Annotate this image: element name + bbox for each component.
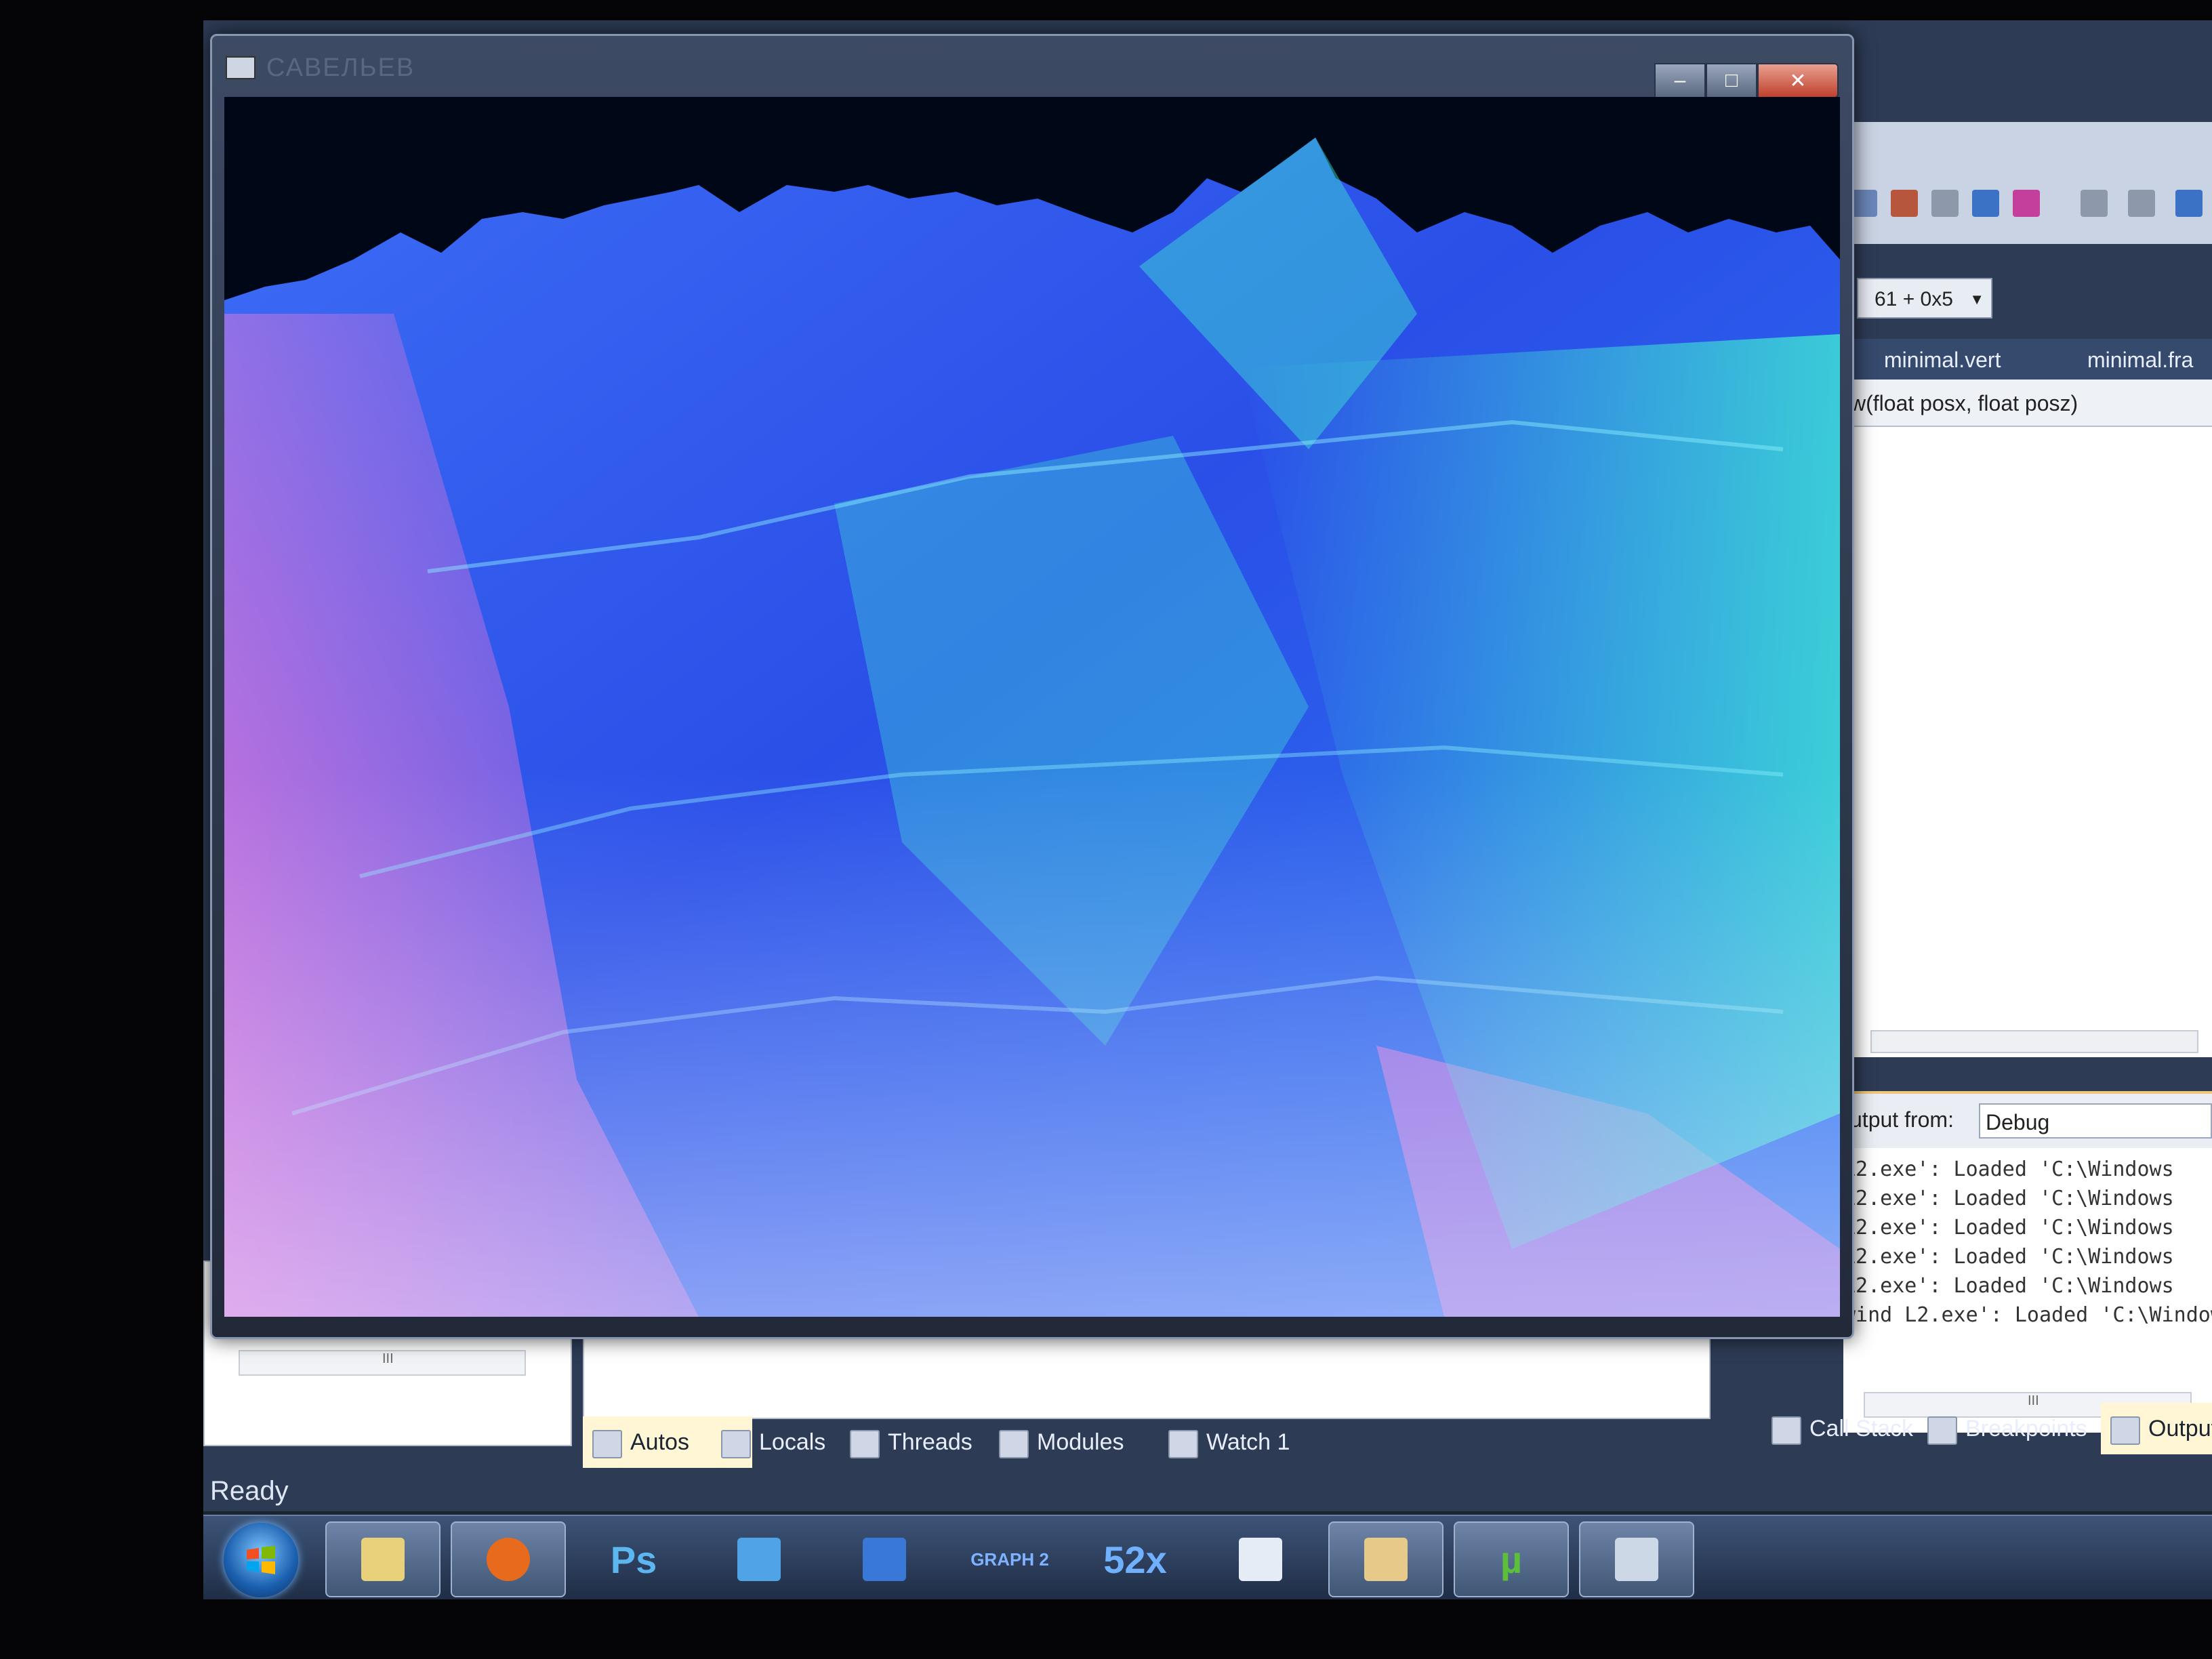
output-line: L2.exe': Loaded 'C:\Windows	[1843, 1216, 2174, 1240]
tab-locals-label: Locals	[759, 1429, 826, 1455]
tab-autos-label: Autos	[630, 1429, 689, 1455]
utorrent-icon: µ	[1500, 1538, 1523, 1581]
call-stack-icon	[1771, 1416, 1801, 1445]
tab-minimal-frag[interactable]: minimal.fra	[2087, 339, 2193, 380]
foreground-haze	[224, 97, 1840, 1317]
debug-tab-strip: Autos Locals Threads Modules Watch 1	[583, 1416, 1532, 1471]
function-nav-bar[interactable]: w(float posx, float posz)	[1843, 380, 2212, 427]
unity-icon	[1239, 1538, 1282, 1581]
left-panel-scrollbar[interactable]: III	[239, 1350, 526, 1376]
server-icon	[737, 1538, 781, 1581]
toolbar-icon[interactable]	[2013, 190, 2040, 217]
terrain-image	[224, 97, 1840, 1317]
window-icon[interactable]	[226, 56, 255, 79]
tab-breakpoints[interactable]: Breakpoints	[1918, 1403, 2087, 1454]
taskbar-app-button[interactable]	[701, 1521, 817, 1597]
taskbar-app-button[interactable]: Ps	[576, 1521, 691, 1597]
tools-icon[interactable]	[1931, 190, 1959, 217]
window-app-icon	[1615, 1538, 1658, 1581]
editor-tabs: minimal.vert minimal.fra	[1843, 339, 2212, 380]
taskbar-app-button[interactable]	[827, 1521, 942, 1597]
taskbar-app-button[interactable]	[1579, 1521, 1694, 1597]
vs-toolbar	[1843, 122, 2212, 244]
autos-icon	[592, 1430, 622, 1458]
window-title: САВЕЛЬЕВ	[266, 54, 415, 82]
toolbar-icon[interactable]	[2128, 190, 2155, 217]
toolbar-icon[interactable]	[1972, 190, 1999, 217]
chevron-down-icon: ▼	[1969, 291, 1984, 308]
explorer-icon	[361, 1538, 405, 1581]
output-icon	[2110, 1416, 2140, 1445]
taskbar-app-button[interactable]: µ	[1454, 1521, 1569, 1597]
toolbar-icon[interactable]	[1850, 190, 1877, 217]
tab-output-label: Output	[2148, 1416, 2212, 1441]
output-panel: utput from: Debug L2.exe': Loaded 'C:\Wi…	[1843, 1091, 2212, 1433]
taskbar: Ps GRAPH 2 52x µ	[203, 1515, 2212, 1599]
output-log: L2.exe': Loaded 'C:\Windows L2.exe': Loa…	[1843, 1155, 2212, 1330]
code-editor[interactable]: w(float posx, float posz)	[1843, 380, 2212, 1057]
terrain-render-canvas[interactable]	[224, 97, 1840, 1317]
tab-call-stack-label: Call Stack	[1809, 1416, 1914, 1441]
paint-icon	[1364, 1538, 1408, 1581]
tab-output[interactable]: Output	[2101, 1403, 2212, 1454]
tab-minimal-vert[interactable]: minimal.vert	[1884, 339, 2001, 380]
breakpoints-icon	[1927, 1416, 1957, 1445]
window-titlebar[interactable]: САВЕЛЬЕВ ‒ □ ✕	[212, 36, 1852, 98]
tab-locals[interactable]: Locals	[712, 1416, 825, 1468]
monitor-screen: 61 + 0x5 ▼ minimal.vert minimal.fra w(fl…	[203, 20, 2212, 1599]
output-line: wind L2.exe': Loaded 'C:\Windows	[1843, 1303, 2212, 1327]
taskbar-app-button[interactable]	[1203, 1521, 1318, 1597]
tab-watch-label: Watch 1	[1206, 1429, 1290, 1455]
photoshop-icon: Ps	[610, 1538, 657, 1581]
tab-threads-label: Threads	[888, 1429, 972, 1455]
toolbar-icon[interactable]	[2081, 190, 2108, 217]
output-source-select[interactable]: Debug	[1979, 1103, 2212, 1139]
render-window[interactable]: САВЕЛЬЕВ ‒ □ ✕	[210, 34, 1854, 1339]
start-button[interactable]	[224, 1523, 298, 1597]
output-line: L2.exe': Loaded 'C:\Windows	[1843, 1274, 2174, 1298]
tab-breakpoints-label: Breakpoints	[1965, 1416, 2087, 1441]
tab-modules[interactable]: Modules	[989, 1416, 1124, 1468]
threads-icon	[850, 1430, 880, 1458]
a-icon: 52x	[1103, 1538, 1167, 1581]
minimize-button[interactable]: ‒	[1654, 63, 1706, 98]
taskbar-app-button[interactable]	[451, 1521, 566, 1597]
maximize-button[interactable]: □	[1706, 63, 1757, 98]
close-button[interactable]: ✕	[1757, 63, 1839, 98]
tab-modules-label: Modules	[1037, 1429, 1124, 1455]
output-from-label: utput from:	[1850, 1107, 1954, 1132]
windows-logo-icon	[247, 1546, 275, 1574]
watch-icon	[1168, 1430, 1198, 1458]
status-bar-text: Ready	[210, 1476, 289, 1506]
firefox-icon	[487, 1538, 530, 1581]
output-line: L2.exe': Loaded 'C:\Windows	[1843, 1187, 2174, 1210]
output-line: L2.exe': Loaded 'C:\Windows	[1843, 1245, 2174, 1269]
taskbar-app-button[interactable]: GRAPH 2	[952, 1521, 1067, 1597]
output-line: L2.exe': Loaded 'C:\Windows	[1843, 1158, 2174, 1181]
right-tab-strip: Call Stack Breakpoints Output	[1762, 1403, 2212, 1457]
blender-bird-icon	[863, 1538, 906, 1581]
toolbar-icon[interactable]	[1891, 190, 1918, 217]
tab-call-stack[interactable]: Call Stack	[1762, 1403, 1913, 1454]
locals-icon	[721, 1430, 751, 1458]
tab-watch-1[interactable]: Watch 1	[1159, 1416, 1290, 1468]
graph-icon: GRAPH 2	[970, 1549, 1049, 1570]
modules-icon	[999, 1430, 1029, 1458]
window-controls: ‒ □ ✕	[1654, 63, 1839, 98]
toolbar-icon[interactable]	[2175, 190, 2203, 217]
taskbar-app-button[interactable]	[325, 1521, 441, 1597]
scroll-grip: III	[382, 1351, 394, 1366]
taskbar-app-button[interactable]: 52x	[1078, 1521, 1193, 1597]
config-dropdown[interactable]: 61 + 0x5 ▼	[1857, 278, 1992, 319]
tab-threads[interactable]: Threads	[840, 1416, 972, 1468]
output-header: utput from: Debug	[1843, 1094, 2212, 1148]
taskbar-app-button[interactable]	[1328, 1521, 1443, 1597]
config-dropdown-value: 61 + 0x5	[1875, 288, 1953, 310]
editor-horizontal-scrollbar[interactable]	[1870, 1030, 2198, 1053]
